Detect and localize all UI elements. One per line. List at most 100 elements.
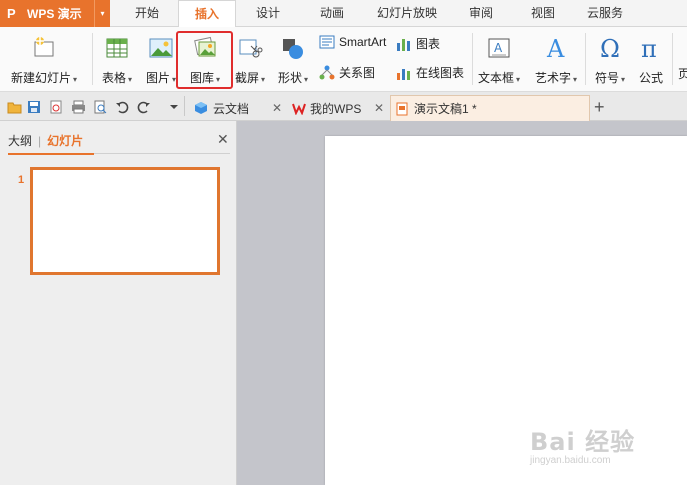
wps-logo-icon: P [7, 6, 16, 21]
relation-diagram-label: 关系图 [339, 66, 376, 80]
document-tab-bar: 云文档 ✕ 我的WPS ✕ 演示文稿1 * [0, 92, 687, 121]
pi-formula-icon: π [638, 33, 664, 63]
tab-home[interactable]: 开始 [116, 0, 178, 27]
panel-tabs: 大纲 | 幻灯片 [8, 132, 83, 149]
presentation-icon [395, 102, 409, 116]
picture-icon [148, 33, 174, 63]
wordart-button[interactable]: A 艺术字 ▾ [530, 33, 582, 86]
slide-number: 1 [18, 174, 25, 186]
tab-view[interactable]: 视图 [512, 0, 574, 27]
active-tab-underline [8, 153, 94, 155]
menu-bar: P WPS 演示 ▾ 开始 插入 设计 动画 幻灯片放映 审阅 视图 云服务 [0, 0, 687, 28]
svg-text:A: A [546, 35, 565, 61]
undo-icon[interactable] [114, 99, 130, 115]
textbox-label: 文本框 [477, 71, 514, 85]
formula-button[interactable]: π 公式 [634, 33, 668, 86]
new-tab-plus-icon[interactable]: + [594, 97, 605, 118]
redo-icon[interactable] [136, 99, 152, 115]
table-icon [105, 33, 129, 63]
ribbon-divider [585, 33, 586, 85]
tab-review[interactable]: 审阅 [450, 0, 512, 27]
smartart-label: SmartArt [339, 35, 387, 49]
new-slide-icon [32, 33, 56, 63]
symbol-button[interactable]: Ω 符号 ▾ [590, 33, 630, 86]
doc-tab-presentation[interactable]: 演示文稿1 * [390, 95, 590, 121]
svg-text:A: A [494, 41, 503, 55]
chevron-down-icon[interactable]: ▾ [73, 75, 77, 84]
ribbon-divider [472, 33, 473, 85]
chart-label: 图表 [416, 37, 441, 51]
wordart-label: 艺术字 [534, 71, 571, 85]
export-pdf-icon[interactable] [48, 99, 64, 115]
slide-thumbnail[interactable] [30, 167, 220, 275]
symbol-label: 符号 [594, 71, 619, 85]
bar-chart-icon [396, 37, 412, 51]
chart-button[interactable]: 图表 [396, 35, 440, 52]
print-icon[interactable] [70, 99, 86, 115]
tab-cloud-service[interactable]: 云服务 [574, 0, 636, 27]
ribbon-tabs: 开始 插入 设计 动画 幻灯片放映 审阅 视图 云服务 [116, 0, 636, 28]
table-button[interactable]: 表格 ▾ [98, 33, 136, 86]
new-slide-label: 新建幻灯片 [10, 71, 71, 85]
page-label: 页 [678, 67, 687, 81]
chevron-down-icon[interactable]: ▾ [261, 75, 265, 84]
app-dropdown-arrow[interactable]: ▾ [94, 0, 110, 27]
close-icon[interactable]: ✕ [272, 101, 282, 115]
wordart-icon: A [543, 33, 569, 63]
screenshot-button[interactable]: 截屏 ▾ [231, 33, 269, 86]
wps-logo-icon [292, 101, 306, 115]
tab-outline[interactable]: 大纲 [8, 132, 32, 149]
app-menu-button[interactable]: P WPS 演示 ▾ [0, 0, 110, 27]
tab-design[interactable]: 设计 [236, 0, 300, 27]
screenshot-icon [237, 33, 263, 63]
svg-text:π: π [641, 35, 657, 61]
textbox-icon: A [486, 33, 512, 63]
shape-label: 形状 [277, 71, 302, 85]
doc-tab-cloud[interactable]: 云文档 ✕ [190, 95, 286, 121]
online-chart-button[interactable]: 在线图表 [396, 64, 464, 81]
table-label: 表格 [101, 71, 126, 85]
highlight-box [176, 31, 233, 89]
tab-insert[interactable]: 插入 [178, 0, 236, 28]
insert-ribbon: 新建幻灯片 ▾ 表格 ▾ 图片 ▾ 图库 ▾ 截屏 ▾ 形状 ▾ SmartAr… [0, 27, 687, 92]
baidu-watermark: Bai 经验 jingyan.baidu.com [530, 422, 635, 466]
ribbon-divider [92, 33, 93, 85]
doc-tab-mywps[interactable]: 我的WPS ✕ [288, 95, 388, 121]
doc-tab-label: 我的WPS [310, 101, 362, 116]
docbar-divider [184, 96, 185, 116]
chevron-down-icon[interactable]: ▾ [516, 75, 520, 84]
textbox-button[interactable]: A 文本框 ▾ [474, 33, 524, 86]
tab-slides[interactable]: 幻灯片 [47, 132, 83, 149]
svg-text:Ω: Ω [600, 35, 620, 61]
chevron-down-icon[interactable]: ▾ [128, 75, 132, 84]
tab-slideshow[interactable]: 幻灯片放映 [364, 0, 450, 27]
formula-label: 公式 [638, 71, 663, 85]
smartart-button[interactable]: SmartArt [319, 35, 386, 49]
picture-button[interactable]: 图片 ▾ [142, 33, 180, 86]
close-icon[interactable]: ✕ [374, 101, 384, 115]
online-chart-icon [396, 65, 412, 81]
watermark-text: Bai 经验 [530, 428, 636, 456]
screenshot-label: 截屏 [234, 71, 259, 85]
save-icon[interactable] [26, 99, 42, 115]
panel-tab-divider: | [38, 133, 42, 148]
doc-tab-label: 云文档 [213, 101, 250, 116]
toolbar-dropdown-icon[interactable] [166, 99, 182, 115]
doc-tab-label: 演示文稿1 * [414, 102, 477, 116]
print-preview-icon[interactable] [92, 99, 108, 115]
chevron-down-icon[interactable]: ▾ [621, 75, 625, 84]
ribbon-divider [672, 33, 673, 85]
chevron-down-icon[interactable]: ▾ [573, 75, 577, 84]
cloud-cube-icon [194, 101, 208, 115]
page-button-partial[interactable]: 页 [678, 65, 687, 82]
shape-button[interactable]: 形状 ▾ [274, 33, 312, 86]
chevron-down-icon[interactable]: ▾ [304, 75, 308, 84]
relation-diagram-button[interactable]: 关系图 [319, 64, 375, 81]
open-folder-icon[interactable] [6, 99, 22, 115]
new-slide-button[interactable]: 新建幻灯片 ▾ [8, 33, 80, 86]
online-chart-label: 在线图表 [416, 66, 465, 80]
tab-animation[interactable]: 动画 [300, 0, 364, 27]
omega-symbol-icon: Ω [597, 33, 623, 63]
close-icon[interactable]: ✕ [217, 131, 229, 148]
smartart-icon [319, 35, 335, 49]
